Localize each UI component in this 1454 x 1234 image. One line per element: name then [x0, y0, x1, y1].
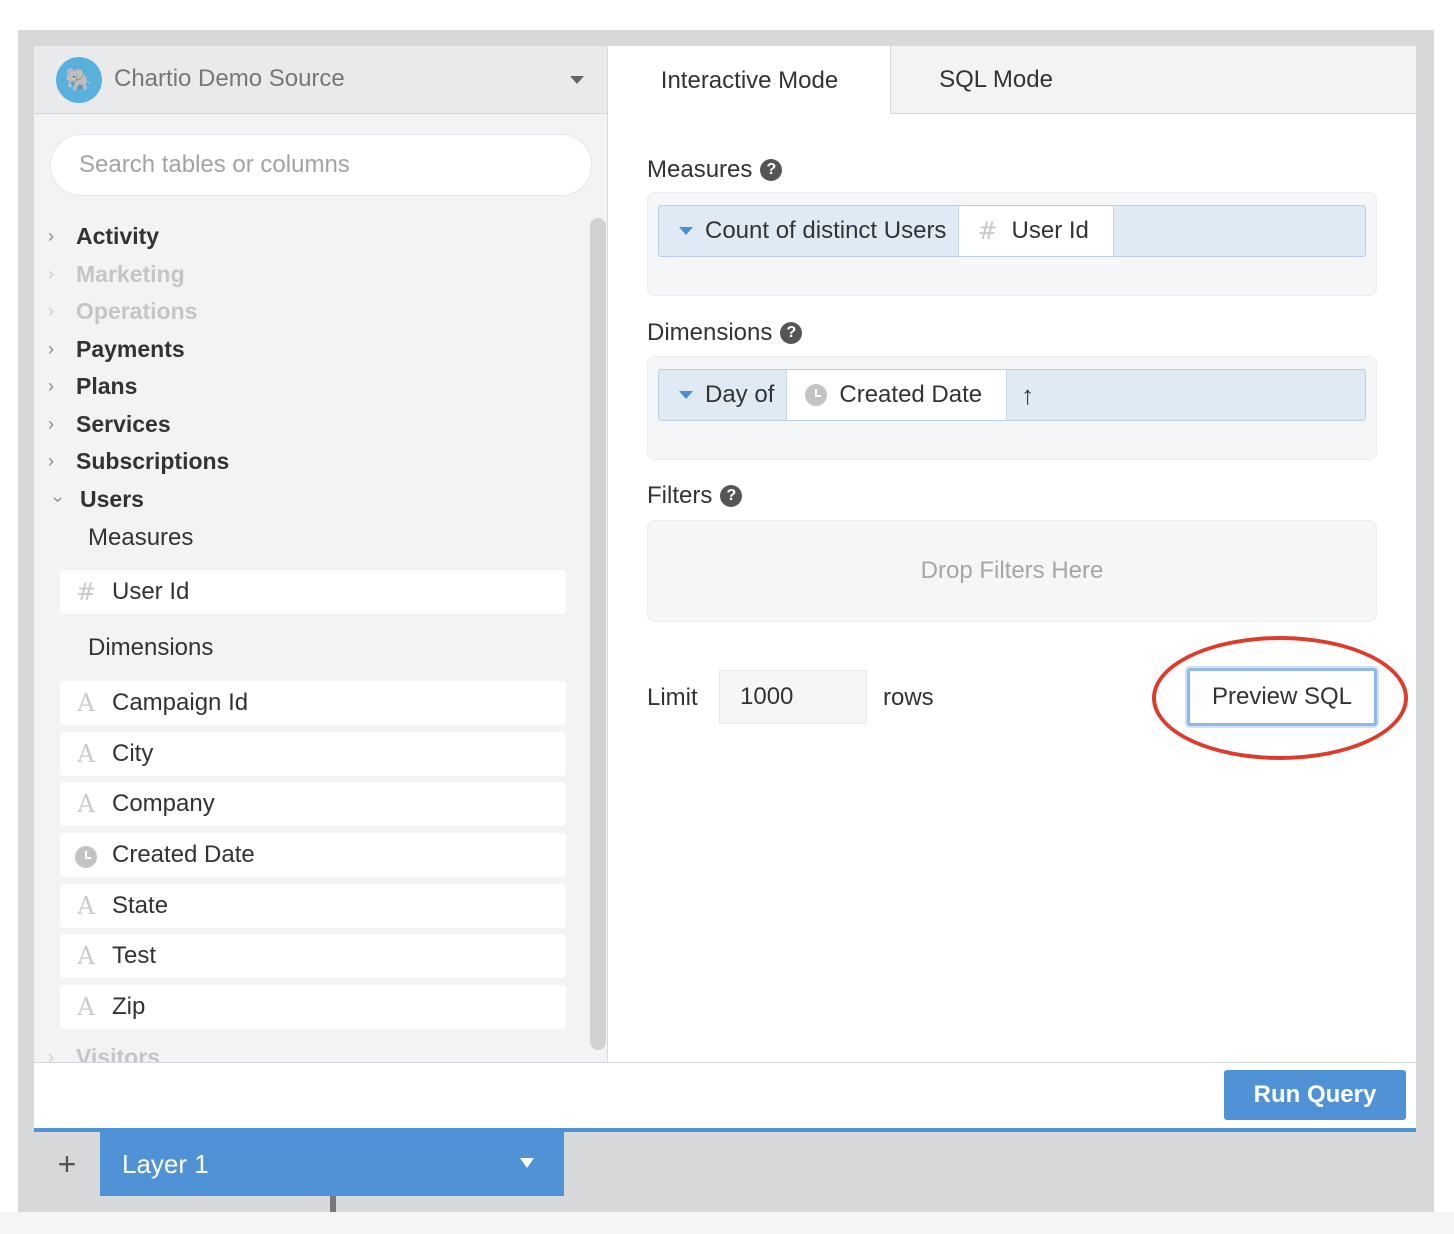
chevron-right-icon: ›	[48, 375, 54, 396]
hash-icon: #	[75, 578, 97, 606]
limit-input[interactable]	[719, 670, 867, 724]
chevron-right-icon: ›	[48, 225, 54, 246]
divider	[330, 1196, 336, 1212]
query-builder: Measures ? Count of distinct Users # Use…	[609, 114, 1416, 1062]
text-type-icon: A	[77, 993, 95, 1021]
layer-tab-active[interactable]: Layer 1	[100, 1132, 564, 1196]
schema-panel: 🐘 Chartio Demo Source › Activity › Marke…	[34, 46, 608, 1062]
measures-label: Measures ?	[647, 156, 783, 184]
field-campaign-id[interactable]: A Campaign Id	[60, 681, 566, 725]
chevron-right-icon: ›	[48, 300, 54, 321]
tab-interactive-mode[interactable]: Interactive Mode	[609, 46, 891, 115]
text-type-icon: A	[77, 892, 95, 920]
add-layer-button[interactable]: +	[34, 1132, 100, 1196]
dimension-pill[interactable]: Day of Created Date ↑	[658, 369, 1366, 421]
caret-down-icon[interactable]	[679, 391, 693, 399]
clock-icon	[75, 845, 97, 868]
data-source-selector[interactable]: 🐘 Chartio Demo Source	[34, 46, 607, 114]
chevron-right-icon: ›	[48, 413, 54, 434]
text-type-icon: A	[77, 740, 95, 768]
users-dimensions-heading: Dimensions	[88, 634, 214, 661]
tab-sql-mode[interactable]: SQL Mode	[891, 46, 1101, 114]
chevron-right-icon: ›	[48, 263, 54, 284]
filters-drop-zone[interactable]: Drop Filters Here	[647, 520, 1377, 622]
layers-bar: + Layer 1	[34, 1128, 1416, 1196]
tree-item-visitors: › Visitors	[48, 1040, 160, 1063]
caret-down-icon[interactable]	[679, 227, 693, 235]
text-type-icon: A	[77, 942, 95, 970]
rows-label: rows	[883, 684, 934, 711]
page-footer-strip	[0, 1212, 1454, 1234]
hash-icon: #	[977, 217, 998, 245]
scrollbar[interactable]	[590, 218, 606, 1050]
field-company[interactable]: A Company	[60, 782, 566, 826]
field-created-date[interactable]: Created Date	[60, 833, 566, 877]
tree-item-activity[interactable]: › Activity	[48, 219, 159, 253]
field-zip[interactable]: A Zip	[60, 985, 566, 1029]
measure-pill[interactable]: Count of distinct Users # User Id	[658, 205, 1366, 257]
measure-field-chip[interactable]: # User Id	[958, 206, 1114, 256]
tree-item-users[interactable]: › Users	[48, 482, 144, 516]
dimensions-label: Dimensions ?	[647, 319, 803, 347]
filters-label: Filters ?	[647, 482, 743, 510]
help-icon[interactable]: ?	[780, 322, 803, 344]
action-bar: Run Query	[34, 1062, 1416, 1128]
run-query-button[interactable]: Run Query	[1224, 1070, 1406, 1120]
clock-icon	[805, 384, 828, 406]
field-test[interactable]: A Test	[60, 934, 566, 978]
tree-item-subscriptions[interactable]: › Subscriptions	[48, 444, 229, 478]
field-state[interactable]: A State	[60, 884, 566, 928]
preview-sql-button[interactable]: Preview SQL	[1187, 668, 1377, 726]
sort-ascending-icon[interactable]: ↑	[1021, 380, 1034, 411]
field-city[interactable]: A City	[60, 732, 566, 776]
field-user-id[interactable]: # User Id	[60, 570, 566, 614]
tree-item-services[interactable]: › Services	[48, 407, 171, 441]
data-source-name: Chartio Demo Source	[114, 65, 345, 92]
search-input[interactable]	[50, 134, 592, 196]
tree-item-marketing: › Marketing	[48, 260, 185, 287]
dimensions-drop-zone[interactable]: Day of Created Date ↑	[647, 356, 1377, 460]
users-measures-heading: Measures	[88, 524, 194, 551]
chevron-down-icon[interactable]	[570, 76, 584, 84]
mode-tabs: Interactive Mode SQL Mode	[609, 46, 1416, 115]
chevron-down-icon: ›	[48, 496, 69, 502]
help-icon[interactable]: ?	[760, 159, 783, 181]
dimension-field-chip[interactable]: Created Date	[786, 370, 1008, 420]
postgres-elephant-icon: 🐘	[56, 57, 102, 103]
chevron-right-icon: ›	[48, 1046, 54, 1063]
measures-drop-zone[interactable]: Count of distinct Users # User Id	[647, 192, 1377, 296]
limit-label: Limit	[647, 684, 698, 711]
text-type-icon: A	[77, 790, 95, 818]
caret-down-icon[interactable]	[520, 1158, 534, 1168]
tree-item-operations: › Operations	[48, 297, 198, 324]
chevron-right-icon: ›	[48, 338, 54, 359]
layer-name: Layer 1	[122, 1148, 209, 1179]
tree-item-plans[interactable]: › Plans	[48, 369, 137, 403]
text-type-icon: A	[77, 689, 95, 717]
tree-item-payments[interactable]: › Payments	[48, 332, 185, 366]
help-icon[interactable]: ?	[720, 485, 743, 507]
chevron-right-icon: ›	[48, 450, 54, 471]
